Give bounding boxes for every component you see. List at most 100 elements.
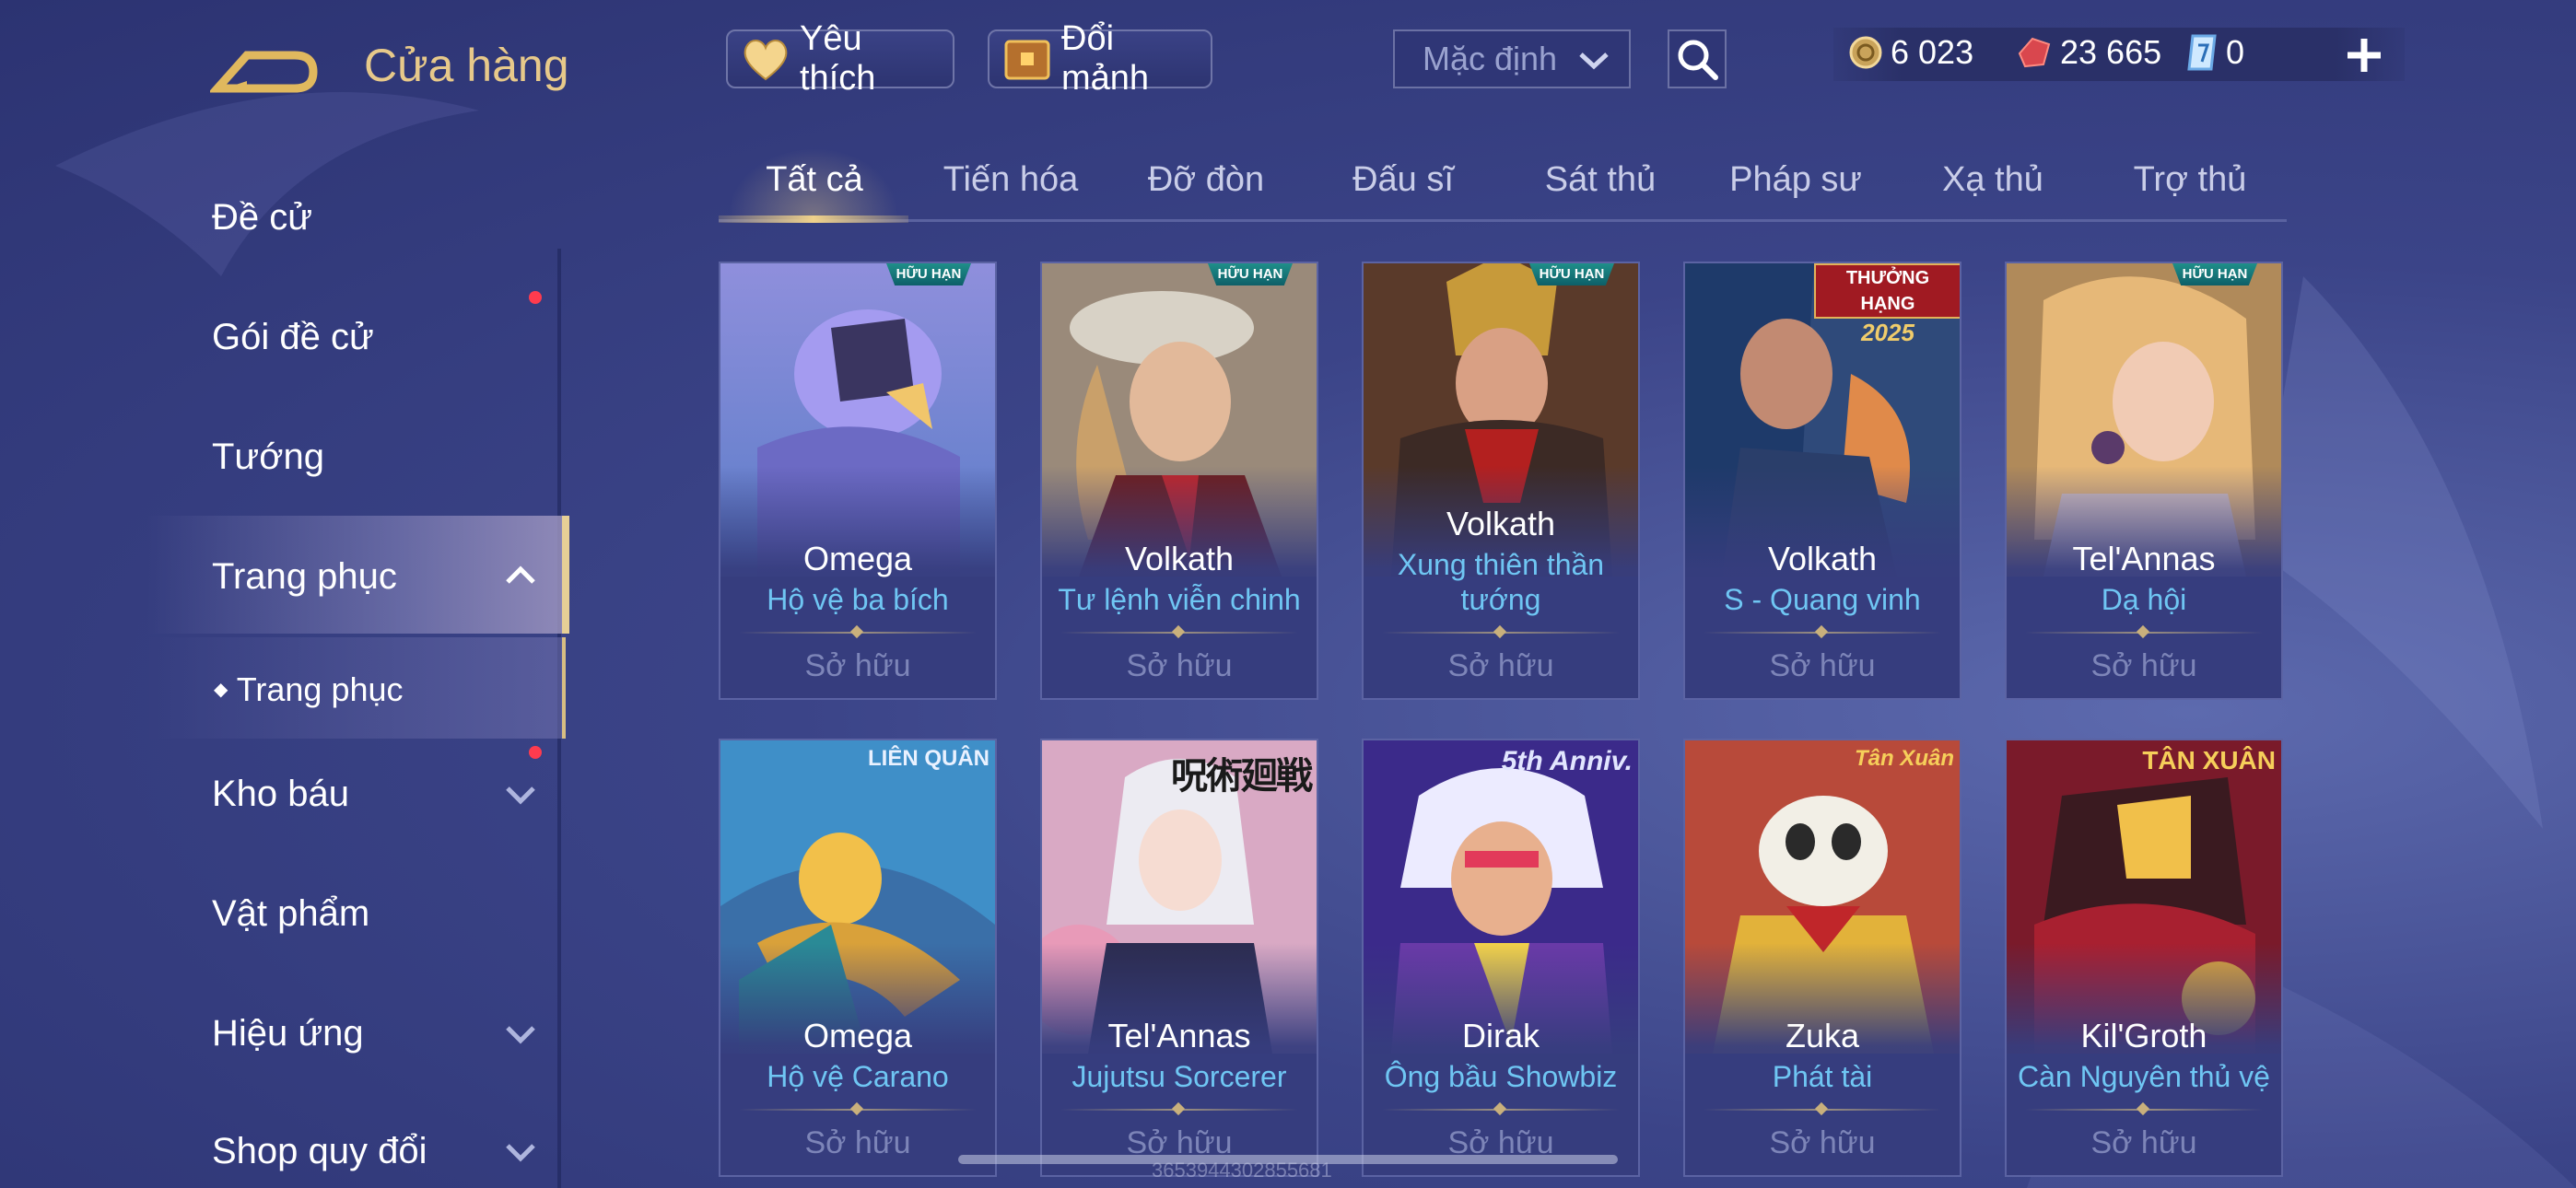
red-voucher-icon <box>2018 37 2051 68</box>
shard-exchange-button[interactable]: Đổi mảnh <box>988 19 1212 98</box>
brand-logo: LIÊN QUÂN <box>868 746 989 771</box>
tab-mage[interactable]: Pháp sư <box>1706 160 1885 200</box>
hero-name: Kil'Groth <box>2080 1017 2207 1054</box>
skin-name: Ông bầu Showbiz <box>1384 1060 1618 1093</box>
hero-name: Volkath <box>1124 540 1235 577</box>
hero-name: Tel'Annas <box>2072 540 2216 577</box>
skin-card[interactable]: TÂN XUÂN Kil'Groth Càn Nguyên thủ vệ Sở … <box>2005 739 2283 1177</box>
heart-icon <box>741 36 790 82</box>
tab-evolution[interactable]: Tiến hóa <box>921 160 1100 200</box>
hero-name: Volkath <box>1767 540 1878 577</box>
chevron-down-icon <box>1579 52 1609 70</box>
gold-amount: 6 023 <box>1891 33 1974 71</box>
tab-active-indicator <box>719 215 908 223</box>
back-button[interactable] <box>207 35 321 99</box>
skin-name: S - Quang vinh <box>1724 583 1921 616</box>
sidebar-item-items[interactable]: Vật phẩm <box>212 893 369 935</box>
search-button[interactable] <box>1668 29 1727 88</box>
hero-name: Volkath <box>1446 505 1556 542</box>
notification-dot <box>529 291 542 304</box>
tab-tank[interactable]: Đỡ đòn <box>1117 160 1295 200</box>
add-currency-button[interactable] <box>2338 29 2390 81</box>
owned-status: Sở hữu <box>1769 648 1876 683</box>
gold-balance: 6 023 <box>1848 33 1973 72</box>
tab-fighter[interactable]: Đấu sĩ <box>1314 160 1493 200</box>
rank-reward-label: THƯỞNG HẠNG <box>1814 263 1960 319</box>
notification-dot <box>529 746 542 759</box>
quan-huy-icon <box>2187 34 2217 71</box>
hero-name: Zuka <box>1785 1017 1860 1054</box>
chevron-down-icon <box>506 1144 535 1162</box>
quan-huy-amount: 0 <box>2226 33 2245 71</box>
sidebar-subitem-label: Trang phục <box>236 670 404 708</box>
skin-card[interactable]: HỮU HẠN Volkath Xung thiên thần tướng Sở… <box>1362 262 1640 700</box>
skin-name: Jujutsu Sorcerer <box>1071 1060 1287 1093</box>
owned-status: Sở hữu <box>2090 648 2197 683</box>
chevron-down-icon <box>506 1026 535 1044</box>
owned-status: Sở hữu <box>1769 1125 1876 1160</box>
tab-marksman[interactable]: Xạ thủ <box>1903 160 2082 200</box>
brand-logo: 呪術廻戦 <box>1171 756 1313 797</box>
rank-reward-year: 2025 <box>1861 319 1914 346</box>
sidebar-item-exchange-shop[interactable]: Shop quy đổi <box>212 1131 427 1172</box>
sidebar-item-recommended-packs[interactable]: Gói đề cử <box>212 317 374 358</box>
voucher-amount: 23 665 <box>2060 33 2162 71</box>
shard-exchange-label: Đổi mảnh <box>1061 19 1150 98</box>
skin-card[interactable]: 5th Anniv. Dirak Ông bầu Showbiz Sở hữu <box>1362 739 1640 1177</box>
hero-name: Omega <box>802 1017 913 1054</box>
owned-status: Sở hữu <box>1447 648 1554 683</box>
sidebar-item-skins[interactable]: Trang phục <box>212 556 397 598</box>
tab-support[interactable]: Trợ thủ <box>2101 160 2279 200</box>
sidebar-item-treasure[interactable]: Kho báu <box>212 774 349 815</box>
skin-name-line2: tướng <box>1460 583 1541 616</box>
limited-badge: HỮU HẠN <box>1529 263 1614 285</box>
treasure-chest-icon <box>1002 36 1052 82</box>
skin-name: Hộ vệ ba bích <box>767 583 949 616</box>
hero-name: Dirak <box>1461 1017 1540 1054</box>
sort-selected-value: Mặc định <box>1423 40 1558 77</box>
skin-card[interactable]: 呪術廻戦 Tel'Annas Jujutsu Sorcerer Sở hữu <box>1040 739 1318 1177</box>
plus-icon <box>2348 39 2381 72</box>
skin-name: Dạ hội <box>2101 583 2187 616</box>
skin-name-line1: Xung thiên thần <box>1397 548 1605 581</box>
home-indicator[interactable] <box>958 1155 1618 1164</box>
quan-huy-balance: 0 <box>2185 33 2244 72</box>
skin-card[interactable]: HỮU HẠN Tel'Annas Dạ hội Sở hữu <box>2005 262 2283 700</box>
skin-name: Phát tài <box>1772 1060 1873 1093</box>
skin-name: Tư lệnh viễn chinh <box>1058 583 1301 616</box>
search-icon <box>1678 40 1718 80</box>
chevron-up-icon <box>506 565 535 584</box>
tab-all[interactable]: Tất cả <box>722 160 907 200</box>
hero-name: Tel'Annas <box>1107 1017 1251 1054</box>
limited-badge: HỮU HẠN <box>2172 263 2257 285</box>
skin-card[interactable]: THƯỞNG HẠNG 2025 Volkath S - Quang vinh … <box>1683 262 1961 700</box>
owned-status: Sở hữu <box>804 648 911 683</box>
chevron-down-icon <box>506 786 535 805</box>
skin-card[interactable]: HỮU HẠN Omega Hộ vệ ba bích Sở hữu <box>719 262 997 700</box>
owned-status: Sở hữu <box>2090 1125 2197 1160</box>
brand-logo: 5th Anniv. <box>1501 746 1633 776</box>
back-arrow-icon <box>207 51 318 93</box>
sidebar-item-heroes[interactable]: Tướng <box>212 437 324 478</box>
skin-card[interactable]: Tân Xuân Zuka Phát tài Sở hữu <box>1683 739 1961 1177</box>
skin-card[interactable]: LIÊN QUÂN Omega Hộ vệ Carano Sở hữu <box>719 739 997 1177</box>
hero-name: Omega <box>802 540 913 577</box>
brand-logo: TÂN XUÂN <box>2142 746 2276 775</box>
sidebar-subitem-skins[interactable]: ◆ Trang phục <box>214 670 404 709</box>
skin-name: Càn Nguyên thủ vệ <box>2018 1060 2270 1093</box>
owned-status: Sở hữu <box>804 1125 911 1160</box>
skin-card[interactable]: HỮU HẠN Volkath Tư lệnh viễn chinh Sở hữ… <box>1040 262 1318 700</box>
rank-reward-badge: THƯỞNG HẠNG 2025 <box>1814 263 1960 346</box>
favorite-label: Yêu thích <box>800 19 876 98</box>
sort-dropdown[interactable]: Mặc định <box>1393 29 1631 88</box>
voucher-balance: 23 665 <box>2016 33 2161 72</box>
skin-name: Hộ vệ Carano <box>767 1060 949 1093</box>
favorite-button[interactable]: Yêu thích <box>726 19 954 98</box>
sidebar-item-recommended[interactable]: Đề cử <box>212 197 312 239</box>
owned-status: Sở hữu <box>1126 648 1233 683</box>
limited-badge: HỮU HẠN <box>1208 263 1293 285</box>
brand-logo: Tân Xuân <box>1854 746 1954 771</box>
sidebar-item-effects[interactable]: Hiệu ứng <box>212 1013 364 1054</box>
tab-assassin[interactable]: Sát thủ <box>1511 160 1690 200</box>
page-title: Cửa hàng <box>364 40 569 91</box>
